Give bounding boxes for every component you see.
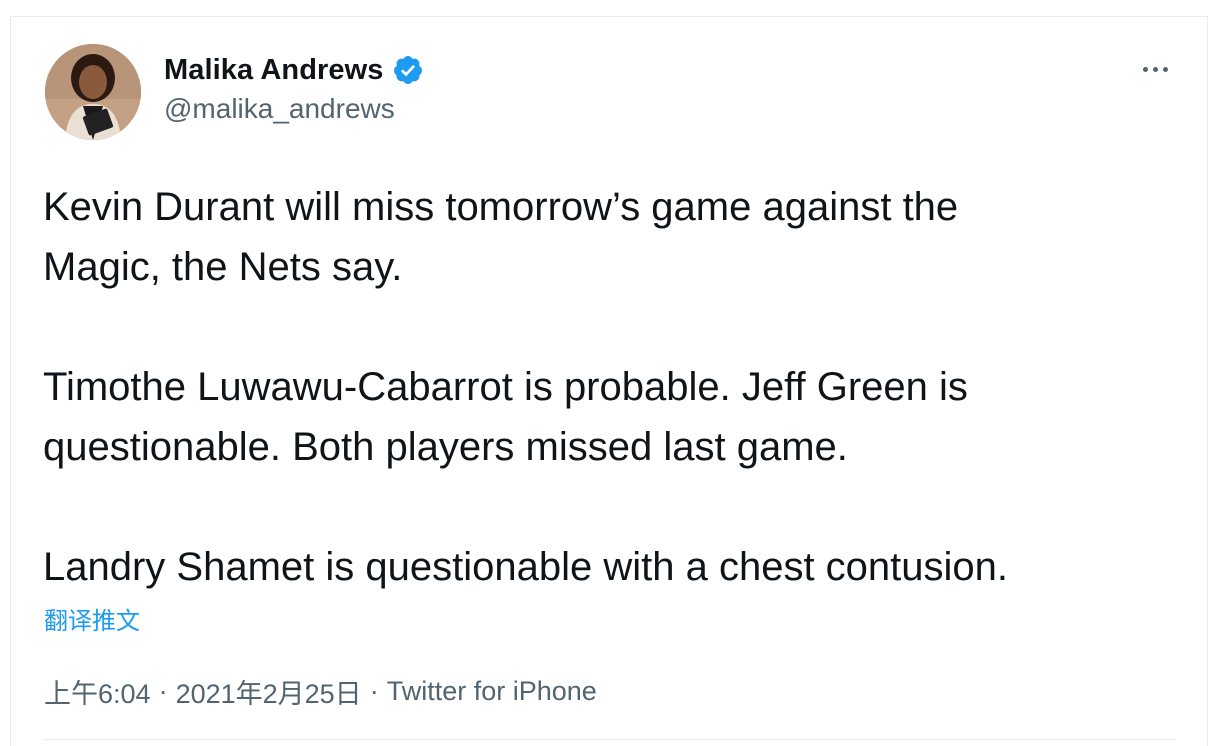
- more-options-button[interactable]: [1135, 57, 1175, 81]
- avatar[interactable]: [45, 44, 141, 140]
- tweet-metadata: 上午6:04 · 2021年2月25日 · Twitter for iPhone: [44, 673, 597, 709]
- tweet-card: Malika Andrews @malika_andrews Kevin Dur…: [10, 16, 1208, 746]
- tweet-source[interactable]: Twitter for iPhone: [387, 676, 597, 707]
- tweet-time[interactable]: 上午6:04: [44, 672, 151, 711]
- author-name-row: Malika Andrews: [164, 52, 424, 88]
- avatar-image: [45, 44, 141, 140]
- separator: ·: [369, 675, 379, 706]
- more-horizontal-icon: [1142, 66, 1148, 72]
- translate-tweet-link[interactable]: 翻译推文: [44, 601, 140, 636]
- divider: [44, 739, 1175, 740]
- tweet-date[interactable]: 2021年2月25日: [176, 672, 362, 711]
- verified-badge-icon: [392, 54, 424, 86]
- separator: ·: [158, 675, 168, 706]
- tweet-text: Kevin Durant will miss tomorrow’s game a…: [43, 185, 1009, 589]
- author-name[interactable]: Malika Andrews: [164, 54, 384, 87]
- author-handle[interactable]: @malika_andrews: [164, 93, 395, 125]
